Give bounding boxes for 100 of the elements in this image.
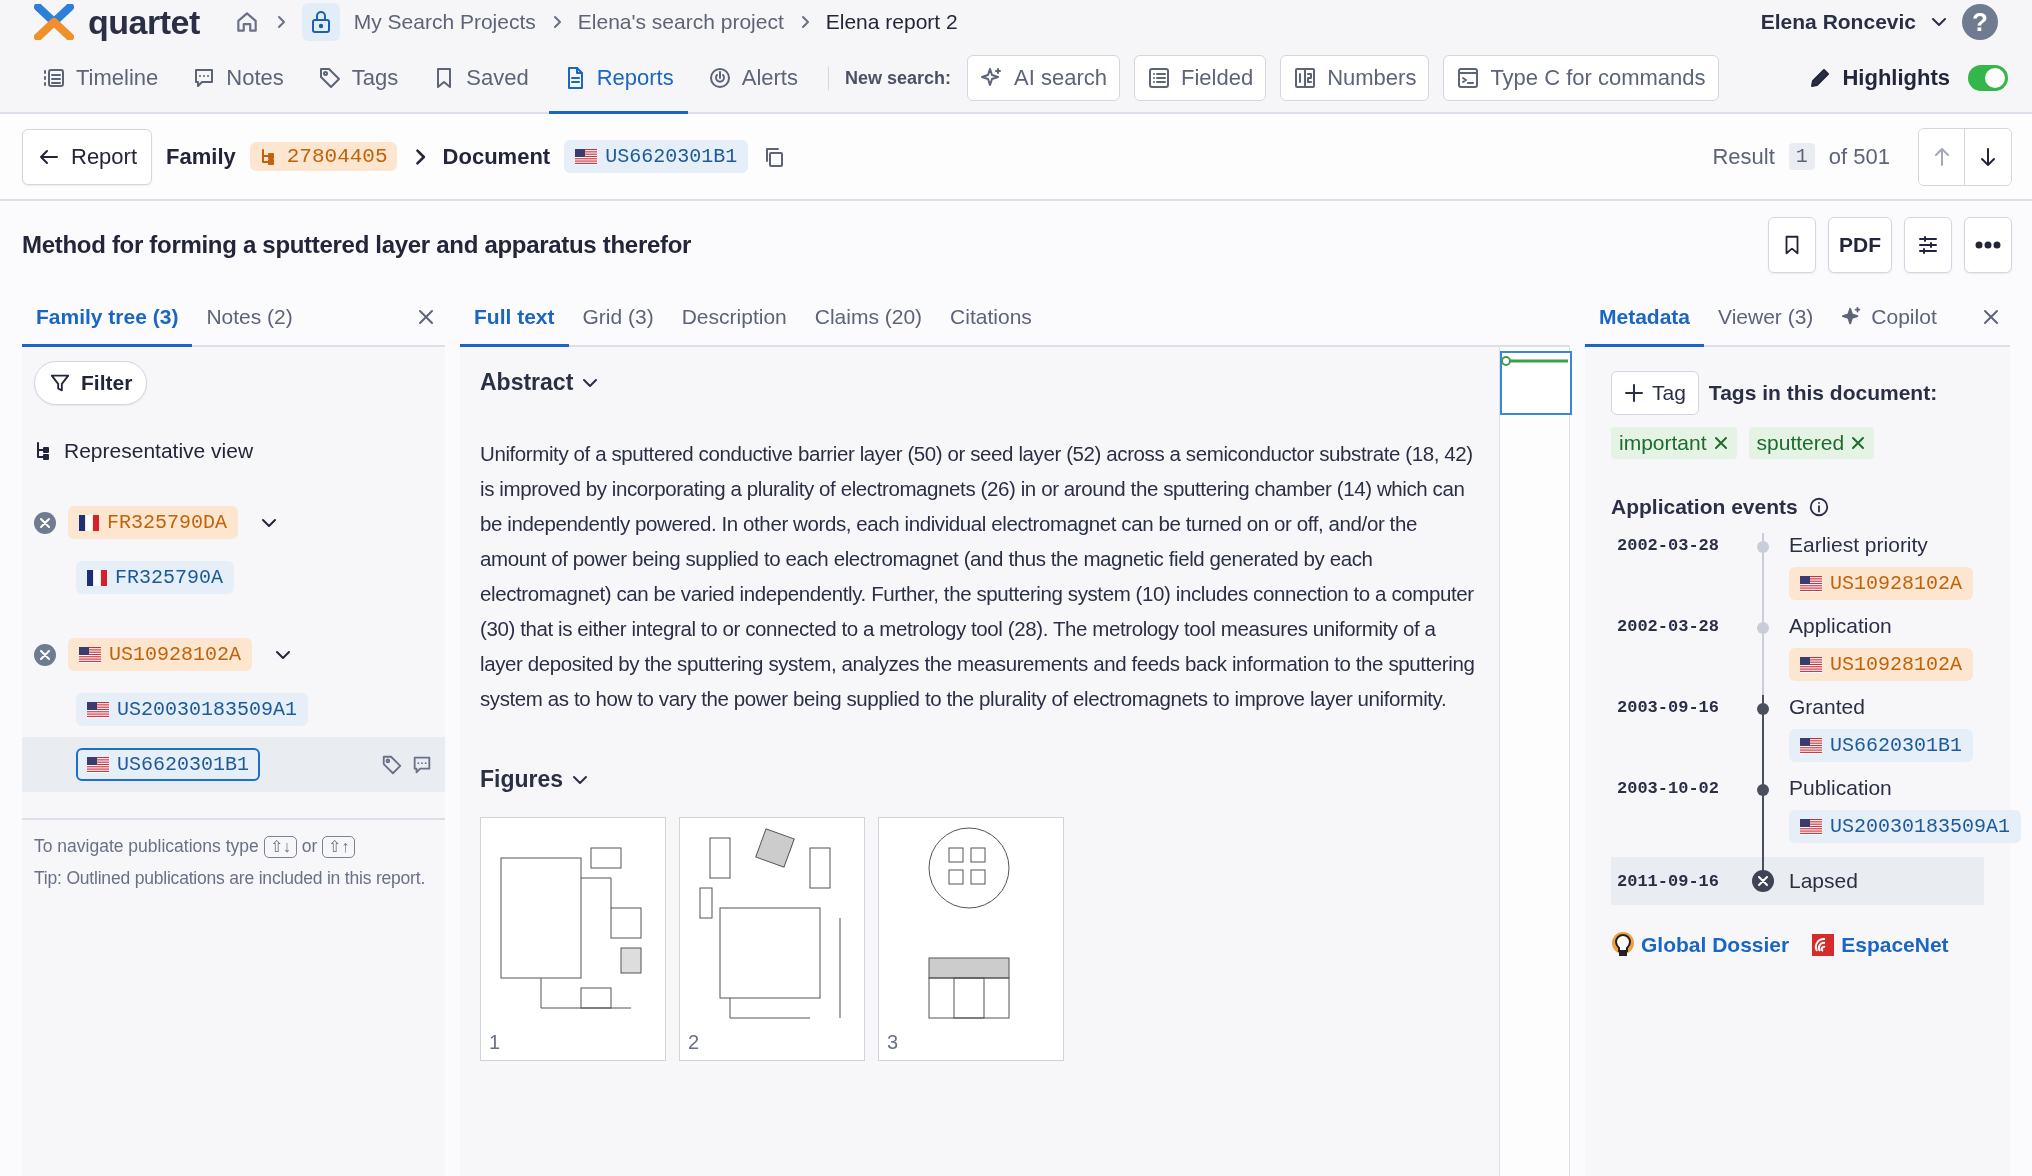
tags-label: Tags in this document: (1708, 381, 1938, 405)
event-date: 2003-09-16 (1617, 697, 1721, 719)
panel-tab[interactable]: Description (667, 289, 801, 347)
tree-row[interactable]: US20030183509A1 (22, 682, 445, 737)
family-label: Family (166, 143, 236, 170)
search-mode-button[interactable]: Numbers (1280, 55, 1430, 101)
external-link[interactable]: Global Dossier (1641, 933, 1790, 957)
remove-icon[interactable] (34, 643, 56, 666)
lock-icon (309, 10, 332, 34)
event-date: 2011-09-16 (1617, 871, 1721, 893)
tag-icon[interactable] (381, 753, 403, 776)
event-label: Lapsed (1789, 869, 1859, 893)
flag-icon (87, 569, 107, 586)
result-label: Result (1712, 143, 1775, 170)
publication-chip[interactable]: US6620301B1 (564, 140, 749, 173)
new-search-label: New search: (845, 67, 952, 89)
user-menu[interactable]: Elena Roncevic (1760, 10, 1916, 34)
publication-chip[interactable]: US20030183509A1 (1789, 810, 2022, 843)
section-heading[interactable]: Figures (480, 766, 564, 793)
flag-icon (1800, 575, 1822, 592)
event-date: 2003-10-02 (1617, 778, 1721, 800)
highlights-label: Highlights (1842, 65, 1950, 91)
close-icon[interactable] (1982, 308, 2000, 326)
tag-chip[interactable]: sputtered (1748, 427, 1875, 459)
view-label: Representative view (64, 439, 254, 463)
publication-chip[interactable]: FR325790A (76, 561, 235, 594)
events-heading: Application events (1611, 495, 1798, 519)
result-total: of 501 (1828, 143, 1890, 170)
close-icon[interactable] (417, 308, 435, 326)
external-link[interactable]: EspaceNet (1841, 933, 1949, 957)
result-index: 1 (1788, 143, 1815, 170)
bookmark-button[interactable] (1768, 217, 1816, 273)
highlights-toggle[interactable] (1968, 65, 2008, 91)
search-mode-button[interactable]: Fielded (1134, 55, 1267, 101)
back-button[interactable]: Report (22, 128, 153, 185)
event-label: Granted (1789, 695, 1866, 719)
section-heading[interactable]: Abstract (480, 369, 574, 396)
settings-button[interactable] (1904, 217, 1952, 273)
remove-icon[interactable] (34, 511, 56, 534)
panel-tab[interactable]: Viewer (3) (1704, 289, 1828, 347)
tag-icon (317, 65, 342, 90)
flag-icon (79, 646, 101, 663)
flag-icon (87, 756, 109, 773)
logo-icon (34, 4, 74, 40)
event-label: Application (1789, 614, 1893, 638)
more-button[interactable] (1964, 217, 2012, 273)
publication-chip[interactable]: US6620301B1 (76, 748, 261, 781)
publication-chip[interactable]: US10928102A (68, 638, 253, 671)
tag-chip[interactable]: important (1611, 427, 1737, 459)
publication-chip[interactable]: US10928102A (1789, 648, 1974, 681)
alert-icon (707, 65, 732, 90)
publication-chip[interactable]: US10928102A (1789, 567, 1974, 600)
event-date: 2002-03-28 (1617, 535, 1721, 557)
flag-icon (87, 701, 109, 718)
selected-row[interactable]: US6620301B1 (22, 737, 445, 792)
figure-thumbnail[interactable]: 2 (679, 817, 865, 1061)
breadcrumb-link[interactable]: My Search Projects (353, 10, 536, 34)
publication-chip[interactable]: US20030183509A1 (76, 693, 309, 726)
figure-thumbnail[interactable]: 3 (878, 817, 1064, 1061)
nav-tab[interactable]: Timeline (28, 44, 173, 114)
add-tag-button[interactable]: Tag (1611, 371, 1699, 415)
numbers-icon (1293, 66, 1318, 90)
lightbulb-icon (1611, 931, 1635, 959)
info-icon[interactable] (1807, 496, 1830, 518)
figure-thumbnail[interactable]: 1 (480, 817, 666, 1061)
flag-icon (1800, 737, 1822, 754)
publication-chip[interactable]: US6620301B1 (1789, 729, 1974, 762)
flag-icon (79, 514, 99, 531)
family-chip[interactable]: 27804405 (249, 142, 397, 171)
nav-tab[interactable]: Tags (303, 44, 413, 114)
panel-tab[interactable]: Citations (936, 289, 1046, 347)
panel-tab[interactable]: Grid (3) (568, 289, 668, 347)
nav-tab[interactable]: Notes (178, 44, 298, 114)
sliders-icon (1916, 233, 1940, 257)
key-hint: ⇧↑ (322, 836, 356, 858)
breadcrumb-link[interactable]: Elena's search project (577, 10, 784, 34)
abstract-text: Uniformity of a sputtered conductive barrier layer (50) or seed layer (52) across a semiconductor substrate (18, 42) is improved by incorporating a plurality of electromagnets (26) in or around the sputtering chamber (14) which can be independently powered. In other words, each individual electromagnet can be turned on or off, and/or the amount of power being supplied to each electromagnet (and thus the magnetic field generated by each electromagnet) can be varied independently. Further, the sputtering system (10) includes connection to a computer (30) that is either integral to or connected to a metrology tool (28). The metrology tool measures uniformity of a layer deposited by the sputtering system, analyzes the measurements and feeds back information to the sputtering system as to how to vary the power being supplied to the plurality of electromagnets to improve layer uniformity. (480, 441, 1476, 712)
hint-text: or (301, 836, 318, 858)
filter-button[interactable]: Filter (34, 361, 148, 405)
minimap-viewport[interactable] (1500, 351, 1572, 415)
remove-icon (1850, 435, 1867, 451)
filter-icon (49, 372, 71, 394)
more-icon (1975, 241, 2001, 249)
nav-tab[interactable]: Alerts (693, 44, 812, 114)
search-mode-button[interactable]: AI search (967, 55, 1120, 101)
terminal-icon (1456, 66, 1481, 90)
nav-tab[interactable]: Saved (418, 44, 543, 114)
flag-icon (1800, 818, 1822, 835)
help-button[interactable]: ? (1962, 4, 1998, 40)
panel-tab[interactable]: Claims (20) (800, 289, 937, 347)
tip-text: Tip: Outlined publications are included in this report. (34, 868, 427, 890)
panel-tab[interactable]: Copilot (1827, 289, 1951, 347)
pdf-button[interactable]: PDF (1828, 217, 1892, 273)
breadcrumb-link[interactable]: Elena report 2 (825, 10, 958, 34)
publication-chip[interactable]: FR325790DA (68, 506, 239, 539)
panel-tab[interactable]: Notes (2) (192, 289, 307, 347)
list-icon (1147, 66, 1171, 90)
event-date: 2002-03-28 (1617, 616, 1721, 638)
tree-row[interactable]: FR325790A (22, 550, 445, 605)
search-mode-button[interactable]: Type C for commands (1443, 55, 1719, 101)
